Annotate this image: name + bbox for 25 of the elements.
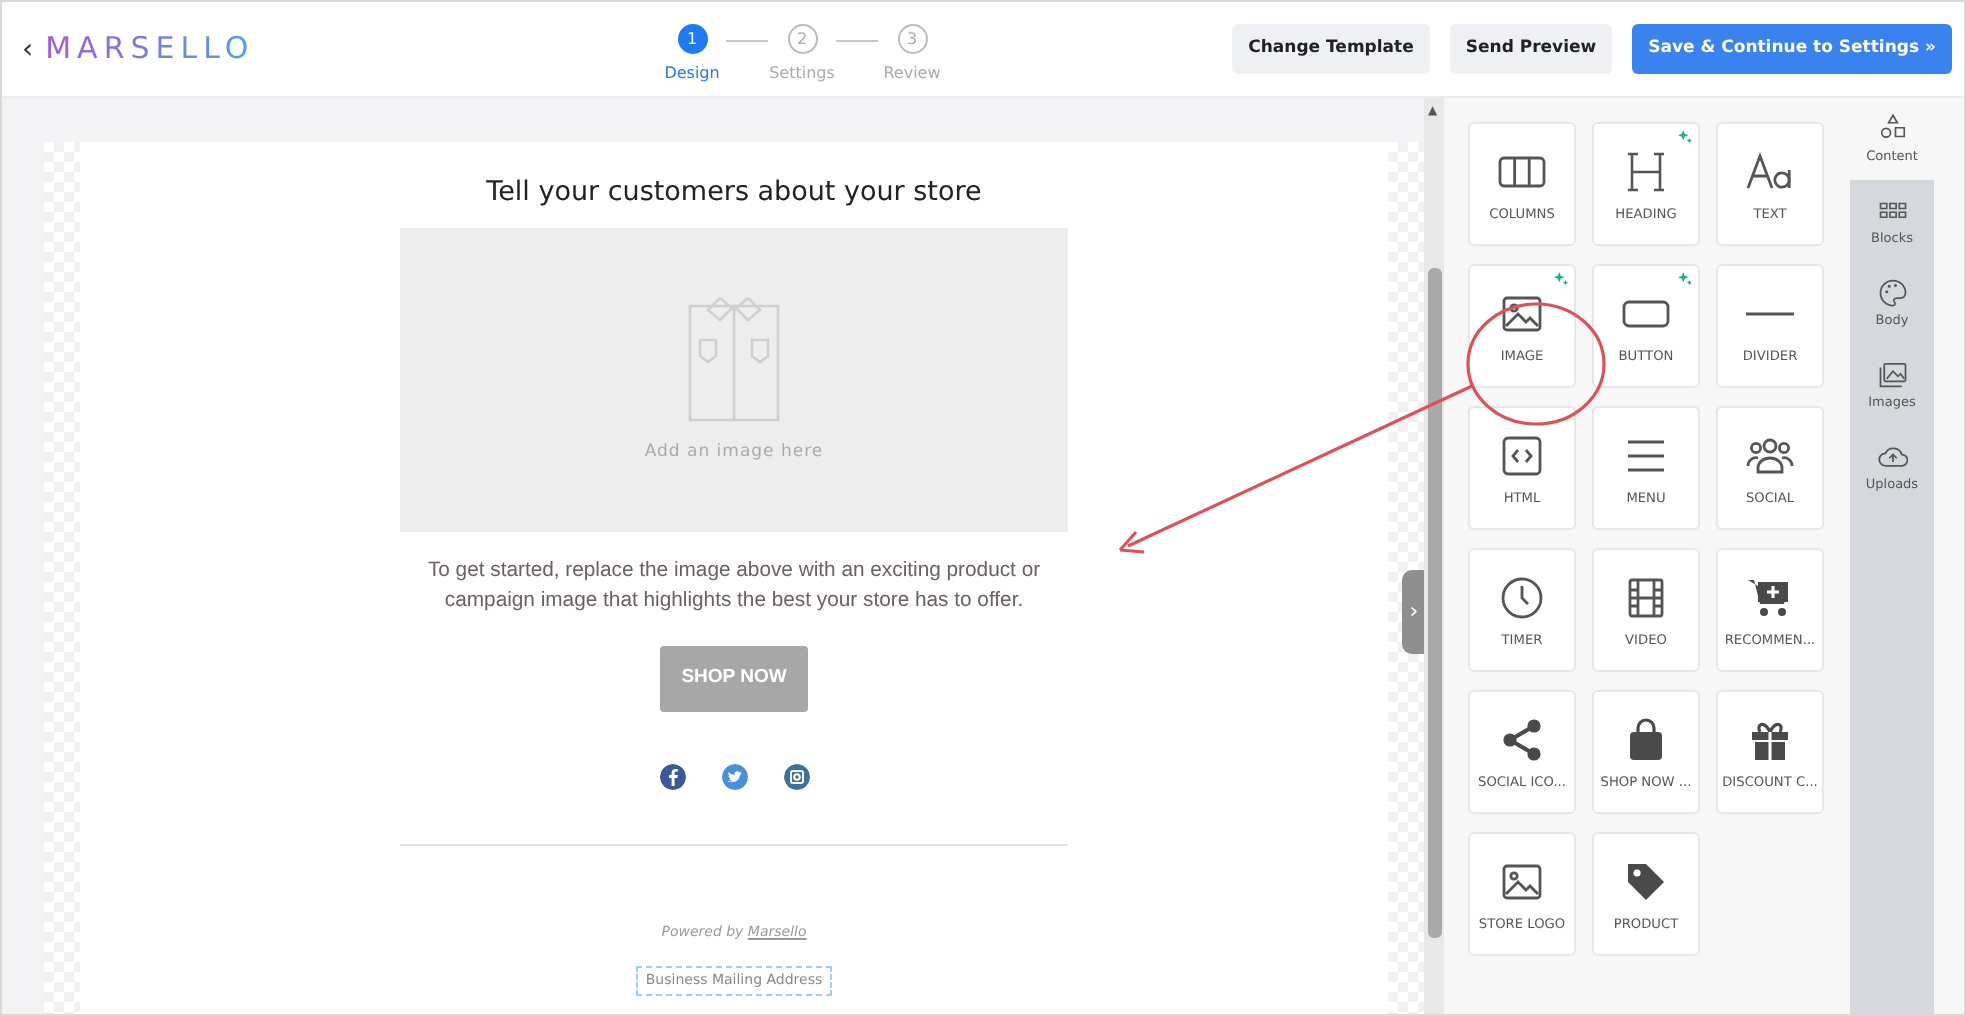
cart-add-icon <box>1746 574 1794 622</box>
scrollbar-thumb[interactable] <box>1428 268 1442 938</box>
divider-line-icon <box>1746 310 1794 318</box>
cloud-upload-icon <box>1877 442 1907 472</box>
email-paragraph: To get started, replace the image above with an exciting product or campaign image that highlights the best your store has to offer. <box>425 558 1043 617</box>
back-button[interactable]: ‹ <box>22 35 46 63</box>
toolbar-button[interactable]: Send Preview <box>1449 24 1613 74</box>
email-heading: Tell your customers about your store <box>486 174 982 212</box>
clock-icon <box>1498 574 1546 622</box>
facebook-icon[interactable] <box>659 763 685 789</box>
images-stack-icon <box>1877 360 1907 390</box>
shirt-icon <box>684 295 784 424</box>
tag-icon <box>1622 858 1670 906</box>
instagram-icon[interactable] <box>783 763 809 789</box>
twitter-icon[interactable] <box>721 763 747 789</box>
step[interactable]: 1 Design <box>658 24 726 86</box>
toolbar-button[interactable]: Change Template <box>1232 24 1430 74</box>
placeholder-caption: Add an image here <box>644 439 824 466</box>
shapes-icon <box>1877 114 1907 144</box>
code-icon <box>1498 432 1546 480</box>
palette-icon <box>1877 278 1907 308</box>
share-icon <box>1498 716 1546 764</box>
save-continue-button[interactable]: Save & Continue to Settings » <box>1632 24 1952 74</box>
heading-icon <box>1622 148 1670 196</box>
highlight-circle <box>1466 302 1606 426</box>
